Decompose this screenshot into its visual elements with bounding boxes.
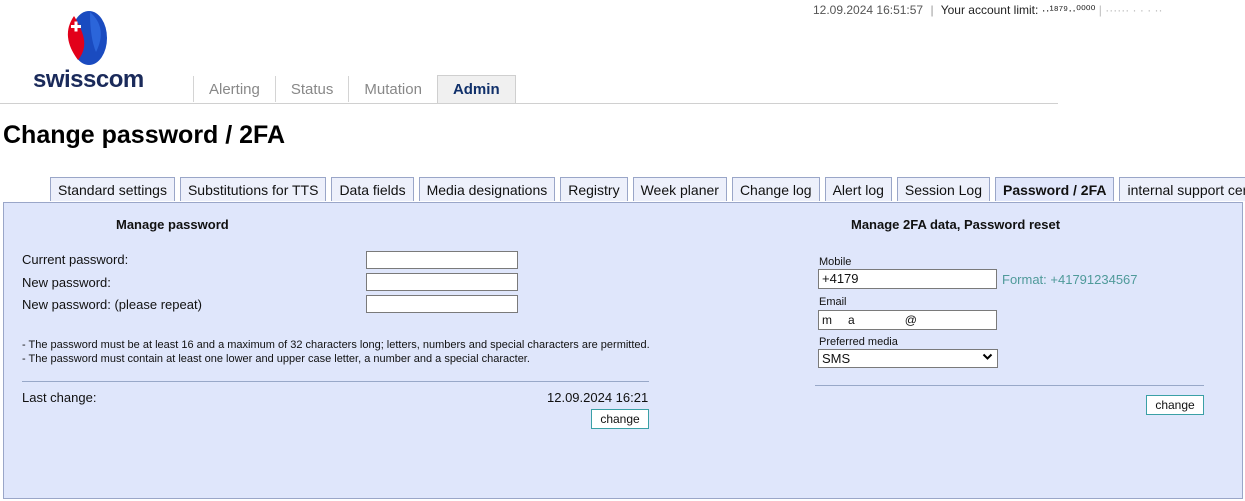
page-title: Change password / 2FA — [3, 121, 286, 149]
tab-standard-settings[interactable]: Standard settings — [50, 177, 175, 201]
redacted-email-1 — [832, 314, 848, 327]
swisscom-logo: swisscom — [30, 8, 150, 93]
tab-internal-support-center[interactable]: internal support center — [1119, 177, 1245, 201]
email-value-start: m — [822, 313, 832, 327]
tab-registry[interactable]: Registry — [560, 177, 628, 201]
email-label: Email — [819, 296, 847, 308]
last-change-value: 12.09.2024 16:21 — [547, 390, 649, 405]
email-at-sign: @ — [904, 313, 917, 327]
account-trailing-info: | ······ · · · ·· — [1098, 3, 1163, 17]
tab-data-fields[interactable]: Data fields — [331, 177, 414, 201]
chevron-down-icon — [982, 351, 993, 368]
preferred-media-select[interactable]: SMS — [818, 349, 998, 368]
last-change-label: Last change: — [22, 390, 97, 405]
tab-password-2fa[interactable]: Password / 2FA — [994, 177, 1115, 201]
current-password-label: Current password: — [22, 252, 129, 267]
header-divider — [0, 103, 1058, 104]
tab-alerting[interactable]: Alerting — [193, 76, 275, 102]
tab-substitutions-tts[interactable]: Substitutions for TTS — [179, 177, 327, 201]
tab-change-log[interactable]: Change log — [731, 177, 820, 201]
new-password-input[interactable] — [366, 273, 518, 291]
manage-password-title: Manage password — [116, 217, 229, 232]
tab-session-log[interactable]: Session Log — [896, 177, 990, 201]
session-datetime: 12.09.2024 16:51:57 — [813, 3, 924, 17]
email-value-mid: a — [848, 313, 855, 327]
tab-week-planer[interactable]: Week planer — [632, 177, 727, 201]
2fa-divider — [815, 385, 1204, 386]
tab-alert-log[interactable]: Alert log — [824, 177, 892, 201]
admin-sub-tabs: Standard settings Substitutions for TTS … — [50, 177, 1245, 201]
top-info-bar: 12.09.2024 16:51:57 | Your account limit… — [813, 3, 1163, 17]
mobile-format-hint: Format: +41791234567 — [1002, 272, 1138, 287]
redacted-email-2 — [854, 314, 905, 327]
current-password-input[interactable] — [366, 251, 518, 269]
manage-2fa-title: Manage 2FA data, Password reset — [851, 217, 1061, 232]
password-rule-length: - The password must be at least 16 and a… — [22, 339, 650, 351]
account-limit-label: Your account limit: — [940, 3, 1039, 17]
new-password-label: New password: — [22, 275, 111, 290]
main-nav-tabs: Alerting Status Mutation Admin — [193, 75, 516, 104]
brand-name: swisscom — [33, 66, 144, 93]
mobile-input[interactable]: +4179 — [818, 269, 997, 289]
redacted-email-3 — [916, 314, 987, 327]
swisscom-logo-icon — [67, 11, 107, 65]
email-input[interactable]: m a @ — [818, 310, 997, 330]
tab-media-designations[interactable]: Media designations — [418, 177, 556, 201]
mobile-value: +4179 — [822, 271, 859, 286]
preferred-media-value: SMS — [822, 351, 851, 366]
repeat-password-input[interactable] — [366, 295, 518, 313]
repeat-password-label: New password: (please repeat) — [22, 297, 202, 312]
account-limit-value: ··¹⁸⁷⁹··⁰⁰⁰⁰ — [1041, 3, 1096, 17]
password-rule-complexity: - The password must contain at least one… — [22, 353, 530, 365]
tab-status[interactable]: Status — [274, 76, 349, 102]
tab-admin[interactable]: Admin — [436, 75, 516, 103]
mobile-label: Mobile — [819, 256, 852, 268]
tab-mutation[interactable]: Mutation — [348, 76, 437, 102]
password-divider — [22, 381, 649, 382]
preferred-media-label: Preferred media — [819, 336, 898, 348]
redacted-mobile — [858, 273, 969, 286]
change-password-button[interactable]: change — [591, 409, 649, 429]
change-2fa-button[interactable]: change — [1146, 395, 1204, 415]
separator: | — [930, 3, 934, 17]
